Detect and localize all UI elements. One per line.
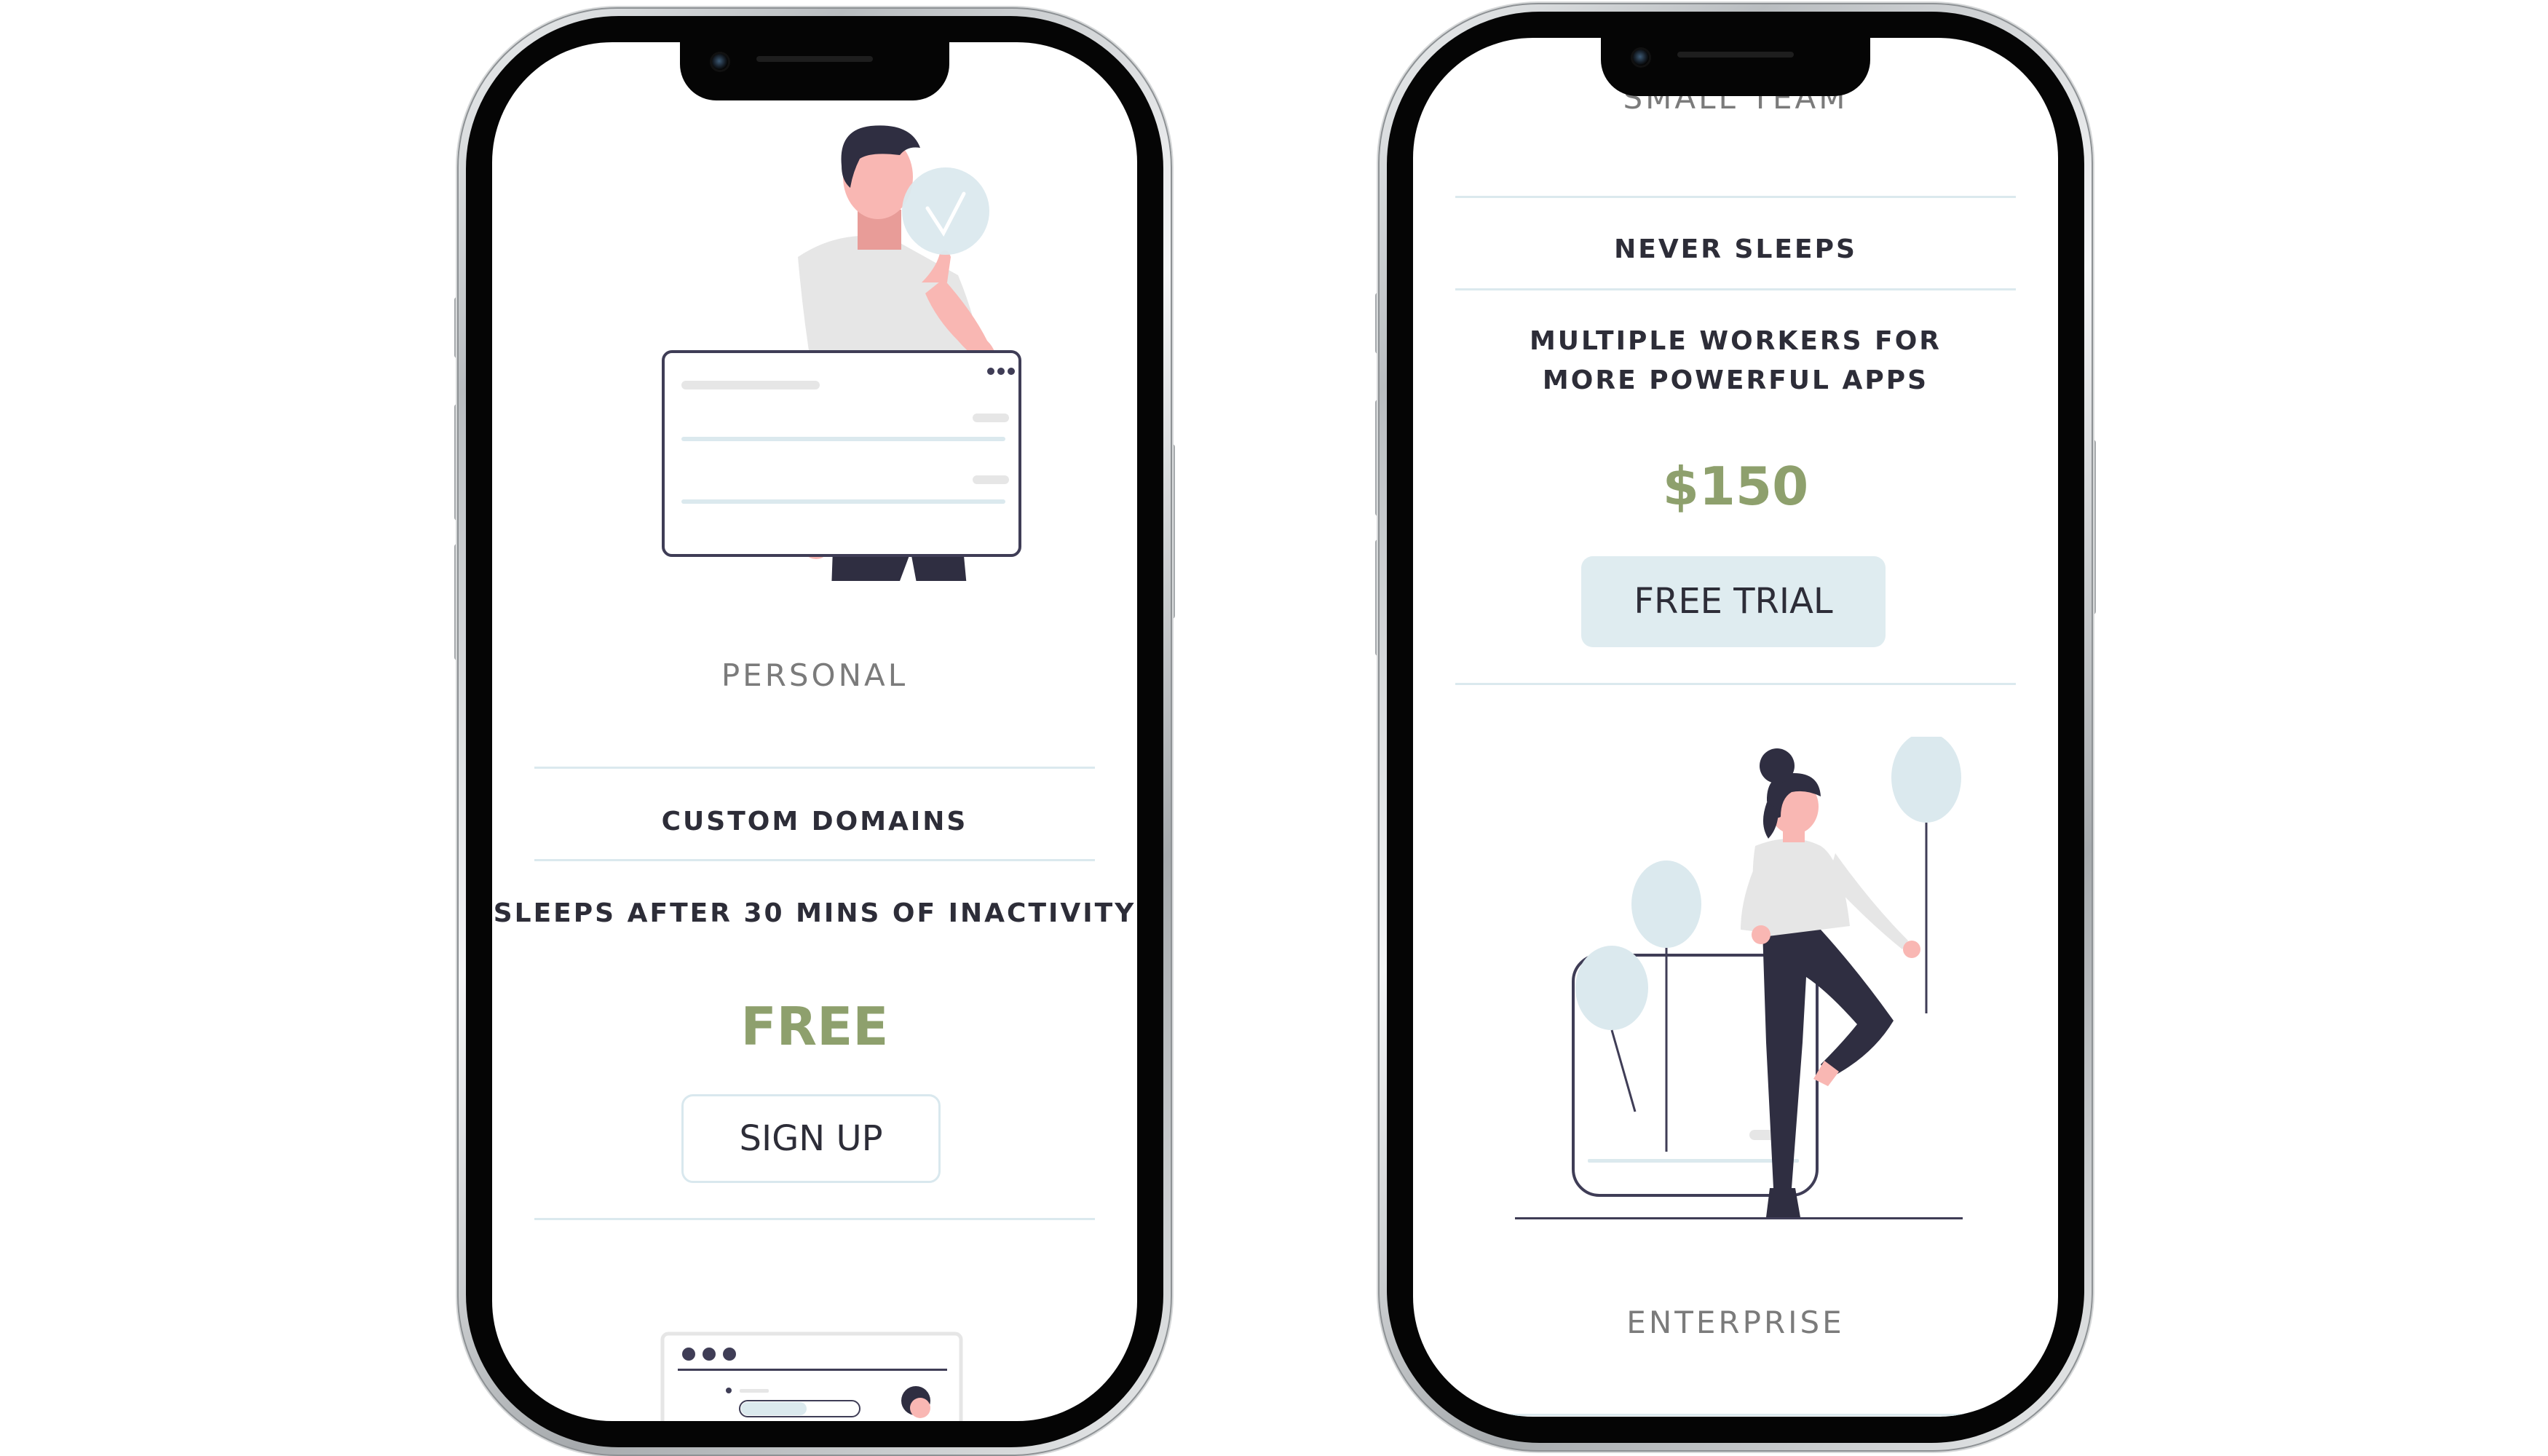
plan-price: FREE: [740, 996, 889, 1057]
divider: [1455, 683, 2016, 685]
feature-item: CUSTOM DOMAINS: [661, 807, 968, 836]
feature-item: SLEEPS AFTER 30 MINS OF INACTIVITY: [493, 898, 1136, 928]
divider: [534, 1218, 1095, 1220]
divider: [534, 767, 1095, 769]
left-phone: PERSONAL CUSTOM DOMAINS SLEEPS AFTER 30 …: [454, 7, 1175, 1456]
divider: [1455, 1414, 2016, 1416]
divider: [534, 859, 1095, 861]
camera-icon: [712, 54, 728, 70]
speaker-grille: [756, 56, 873, 62]
personal-plan-section: PERSONAL CUSTOM DOMAINS SLEEPS AFTER 30 …: [492, 42, 1137, 1421]
plan-title: PERSONAL: [721, 657, 909, 693]
divider: [1455, 288, 2016, 290]
phone-screen: PERSONAL CUSTOM DOMAINS SLEEPS AFTER 30 …: [492, 42, 1137, 1421]
sign-up-button[interactable]: SIGN UP: [681, 1094, 941, 1183]
free-trial-button[interactable]: FREE TRIAL: [1581, 556, 1886, 647]
feature-item: NEVER SLEEPS: [1614, 234, 1857, 264]
feature-item: MULTIPLE WORKERS FOR MORE POWERFUL APPS: [1529, 326, 1942, 395]
notch: [680, 42, 949, 100]
personal-illustration: [662, 125, 1021, 581]
plan-price: $150: [1662, 456, 1809, 517]
small-team-plan-section: SMALL TEAM NEVER SLEEPS MULTIPLE WORKERS…: [1413, 38, 2058, 1417]
notch: [1601, 38, 1870, 96]
speaker-grille: [1677, 52, 1794, 58]
next-plan-illustration: [660, 1332, 963, 1421]
right-phone: SMALL TEAM NEVER SLEEPS MULTIPLE WORKERS…: [1375, 3, 2096, 1452]
divider: [1455, 196, 2016, 198]
check-circle-icon: [902, 167, 989, 255]
enterprise-illustration: [1515, 737, 1963, 1219]
phone-screen: SMALL TEAM NEVER SLEEPS MULTIPLE WORKERS…: [1413, 38, 2058, 1417]
window-dots-icon: [682, 1348, 695, 1361]
camera-icon: [1633, 50, 1649, 66]
plan-title: ENTERPRISE: [1626, 1305, 1845, 1340]
